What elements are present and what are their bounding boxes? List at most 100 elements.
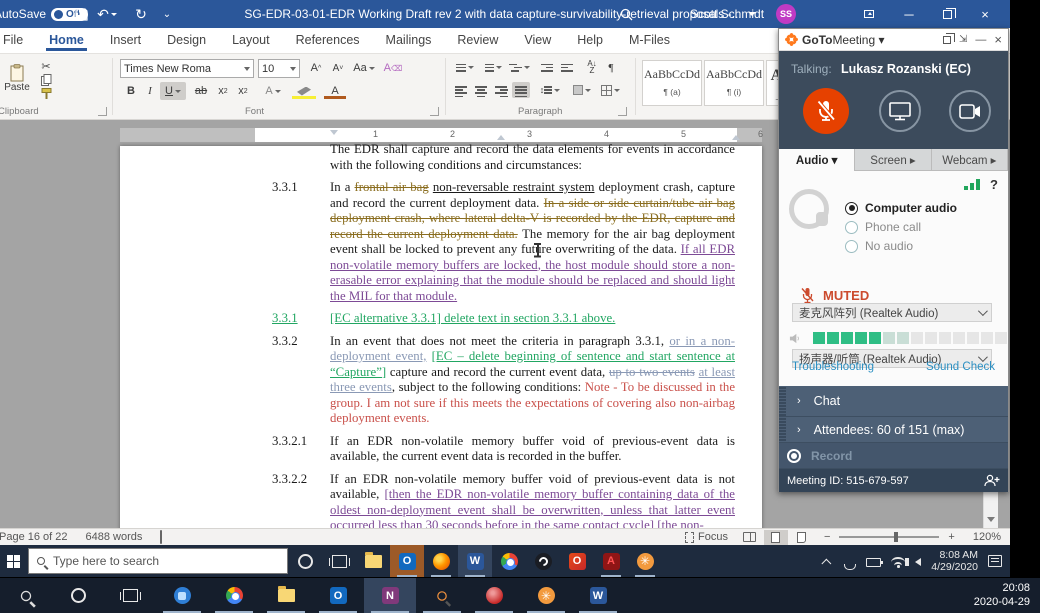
tab-mailings[interactable]: Mailings bbox=[373, 28, 445, 51]
taskbar-app-media-dark-app[interactable] bbox=[526, 545, 560, 577]
horizontal-ruler[interactable]: 123456 bbox=[120, 128, 762, 142]
attendees-section-header[interactable]: › Attendees: 60 of 151 (max) bbox=[779, 417, 1008, 443]
change-case-icon[interactable]: Aa bbox=[352, 59, 376, 77]
align-left-icon[interactable] bbox=[452, 82, 470, 98]
clear-formatting-icon[interactable]: A⌫ bbox=[382, 59, 404, 77]
audio-option-phone-call[interactable]: Phone call bbox=[845, 220, 921, 234]
cortana-button[interactable] bbox=[52, 578, 104, 613]
drag-handle[interactable] bbox=[779, 386, 786, 416]
italic-button[interactable]: I bbox=[142, 82, 158, 100]
read-mode-icon[interactable] bbox=[738, 530, 762, 545]
taskbar-app-app-red-circle[interactable] bbox=[468, 578, 520, 613]
font-color-icon[interactable]: A bbox=[322, 82, 348, 100]
document-paragraph[interactable]: 3.3.1In a frontal air bag non-reversable… bbox=[120, 180, 762, 304]
zoom-slider-thumb[interactable] bbox=[894, 532, 898, 542]
tray-overflow-icon[interactable] bbox=[822, 558, 832, 568]
tab-insert[interactable]: Insert bbox=[97, 28, 154, 51]
subscript-button[interactable]: x2 bbox=[214, 82, 232, 100]
first-line-indent-marker[interactable] bbox=[330, 130, 338, 135]
borders-icon[interactable] bbox=[598, 82, 622, 98]
style-item[interactable]: AaBbCcDd¶ (a) bbox=[642, 60, 702, 106]
ribbon-display-options-icon[interactable] bbox=[852, 0, 886, 28]
radio-icon[interactable] bbox=[845, 221, 858, 234]
zoom-level[interactable]: 120% bbox=[964, 531, 1010, 543]
zoom-out-icon[interactable]: − bbox=[815, 531, 832, 543]
taskbar-app-file-explorer[interactable] bbox=[260, 578, 312, 613]
battery-icon[interactable] bbox=[866, 558, 881, 567]
highlight-color-icon[interactable] bbox=[290, 82, 318, 100]
taskbar-app-word[interactable]: W bbox=[458, 545, 492, 577]
shading-icon[interactable] bbox=[570, 82, 594, 98]
taskbar-app-outlook[interactable]: O bbox=[312, 578, 364, 613]
taskbar-app-app-blue-circle[interactable] bbox=[156, 578, 208, 613]
tab-help[interactable]: Help bbox=[564, 28, 616, 51]
tab-design[interactable]: Design bbox=[154, 28, 219, 51]
drag-handle[interactable] bbox=[779, 417, 786, 442]
document-paragraph[interactable]: 3.3.2In an event that does not meet the … bbox=[120, 334, 762, 427]
justify-icon[interactable] bbox=[512, 82, 530, 98]
help-icon[interactable]: ? bbox=[990, 177, 998, 192]
grow-font-icon[interactable]: A^ bbox=[306, 59, 326, 77]
volume-icon[interactable] bbox=[915, 558, 921, 566]
paste-button[interactable]: Paste bbox=[0, 58, 34, 98]
gtm-close-icon[interactable]: × bbox=[994, 32, 1002, 47]
taskbar-app-file-explorer[interactable] bbox=[356, 545, 390, 577]
document-body[interactable]: The EDR shall capture and record the dat… bbox=[120, 142, 762, 528]
increase-indent-icon[interactable] bbox=[558, 60, 576, 75]
clipboard-dialog-launcher[interactable] bbox=[98, 107, 107, 116]
taskbar-app-gotomeeting[interactable]: ✳ bbox=[628, 545, 662, 577]
radio-icon[interactable] bbox=[845, 240, 858, 253]
microphone-tray-icon[interactable] bbox=[842, 555, 856, 567]
start-button[interactable] bbox=[0, 545, 26, 577]
action-center-icon[interactable] bbox=[988, 555, 1002, 567]
sound-check-link[interactable]: Sound Check bbox=[926, 361, 995, 373]
cortana-button[interactable] bbox=[288, 545, 322, 577]
hanging-indent-marker[interactable] bbox=[497, 135, 505, 140]
audio-option-computer-audio[interactable]: Computer audio bbox=[845, 201, 957, 215]
taskbar-search-input[interactable]: Type here to search bbox=[28, 548, 288, 574]
tab-references[interactable]: References bbox=[283, 28, 373, 51]
account-name[interactable]: Scott Schmidt bbox=[690, 0, 764, 28]
style-item[interactable]: AaBbCcDd¶ (i) bbox=[704, 60, 764, 106]
zoom-slider[interactable] bbox=[839, 536, 939, 538]
tab-review[interactable]: Review bbox=[444, 28, 511, 51]
undo-icon[interactable]: ↶ bbox=[96, 0, 118, 28]
save-icon[interactable] bbox=[70, 0, 92, 28]
scroll-down-icon[interactable] bbox=[985, 512, 997, 527]
numbering-icon[interactable] bbox=[480, 60, 502, 75]
superscript-button[interactable]: x2 bbox=[234, 82, 252, 100]
qat-customize-icon[interactable]: ⌄ bbox=[156, 0, 178, 28]
popout-icon[interactable] bbox=[943, 36, 951, 44]
taskbar-app-chrome[interactable] bbox=[492, 545, 526, 577]
strikethrough-button[interactable]: ab bbox=[190, 82, 212, 100]
document-page[interactable]: The EDR shall capture and record the dat… bbox=[120, 146, 762, 528]
task-view-button[interactable] bbox=[322, 545, 356, 577]
record-button[interactable]: Record bbox=[779, 443, 1008, 469]
share-webcam-button[interactable] bbox=[949, 90, 991, 132]
copy-icon[interactable] bbox=[38, 74, 54, 86]
avatar[interactable]: SS bbox=[776, 0, 796, 28]
gtm-minimize-icon[interactable]: — bbox=[975, 34, 986, 46]
tray-clock[interactable]: 8:08 AM 4/29/2020 bbox=[931, 549, 978, 573]
align-center-icon[interactable] bbox=[472, 82, 490, 98]
radio-icon[interactable] bbox=[845, 202, 858, 215]
invite-person-icon[interactable] bbox=[984, 474, 1000, 487]
tab-layout[interactable]: Layout bbox=[219, 28, 283, 51]
taskbar-app-office[interactable]: O bbox=[560, 545, 594, 577]
taskbar-app-acrobat[interactable]: A bbox=[594, 545, 628, 577]
mute-microphone-button[interactable] bbox=[803, 88, 849, 134]
gtm-tab-screen[interactable]: Screen ▸ bbox=[855, 149, 931, 171]
redo-icon[interactable]: ↻ bbox=[130, 0, 152, 28]
restore-button[interactable] bbox=[930, 0, 964, 28]
page-indicator[interactable]: Page 16 of 22 bbox=[0, 531, 77, 543]
taskbar-app-chrome[interactable] bbox=[208, 578, 260, 613]
web-layout-icon[interactable] bbox=[790, 530, 814, 545]
close-button[interactable]: × bbox=[968, 0, 1002, 28]
bullets-icon[interactable] bbox=[452, 60, 474, 75]
cut-icon[interactable]: ✂ bbox=[38, 60, 54, 72]
search-icon[interactable] bbox=[620, 0, 633, 28]
shrink-icon[interactable]: ⇲ bbox=[959, 34, 967, 45]
taskbar-app-word[interactable]: W bbox=[572, 578, 624, 613]
chat-section-header[interactable]: › Chat bbox=[779, 386, 1008, 417]
troubleshooting-link[interactable]: Troubleshooting bbox=[792, 361, 874, 373]
